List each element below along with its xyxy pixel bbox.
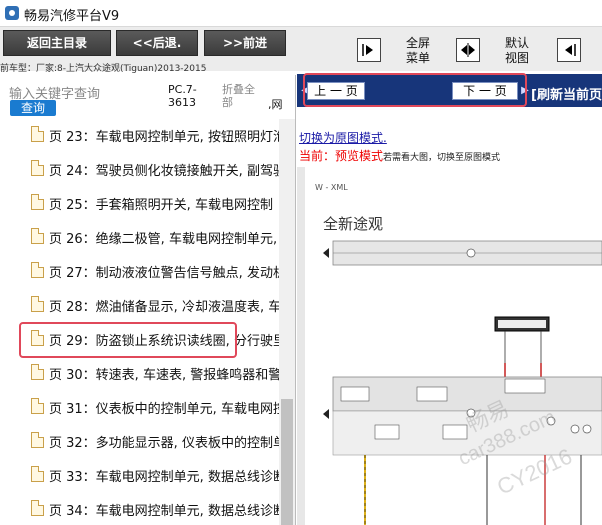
list-item[interactable]: 页 23：车载电网控制单元, 按钮照明灯泡 bbox=[0, 119, 279, 149]
list-item-label: 页 24：驾驶员侧化妆镜接触开关, 副驾驶 bbox=[49, 164, 279, 179]
list-scrollbar[interactable] bbox=[279, 119, 295, 525]
back-button[interactable]: <<后退. bbox=[116, 30, 198, 56]
list-item-label: 页 27：制动液液位警告信号触点, 发动机 bbox=[49, 266, 279, 281]
right-panel: ◀ 上 一 页 下 一 页 ▶ [刷新当前页 切换为原图模式. 当前：预览模式若… bbox=[297, 71, 602, 525]
document-icon bbox=[31, 296, 44, 312]
window-title: 畅易汽修平台V9 bbox=[24, 9, 120, 24]
prev-page-button[interactable]: 上 一 页 bbox=[307, 82, 365, 100]
page-list: 页 23：车载电网控制单元, 按钮照明灯泡页 24：驾驶员侧化妆镜接触开关, 副… bbox=[0, 119, 279, 525]
list-item-label: 页 31：仪表板中的控制单元, 车载电网控 bbox=[49, 402, 279, 417]
back-to-home-button[interactable]: 返回主目录 bbox=[3, 30, 111, 56]
document-icon bbox=[31, 330, 44, 346]
list-item-label: 页 25：手套箱照明开关, 车载电网控制 bbox=[49, 198, 273, 213]
document-icon bbox=[31, 398, 44, 414]
default-view-icon[interactable] bbox=[456, 38, 480, 62]
wiring-diagram-page: W - XML 全新途观 畅易 car388.com CY2016 bbox=[305, 167, 602, 525]
list-item-label: 页 34：车载电网控制单元, 数据总线诊断 bbox=[49, 504, 279, 519]
list-item[interactable]: 页 30：转速表, 车速表, 警报蜂鸣器和警 bbox=[0, 357, 279, 387]
document-icon bbox=[31, 432, 44, 448]
list-item[interactable]: 页 25：手套箱照明开关, 车载电网控制 bbox=[0, 187, 279, 217]
list-item[interactable]: 页 28：燃油储备显示, 冷却液温度表, 车 bbox=[0, 289, 279, 319]
document-icon bbox=[31, 466, 44, 482]
list-item[interactable]: 页 32：多功能显示器, 仪表板中的控制单 bbox=[0, 425, 279, 455]
app-icon bbox=[5, 6, 19, 20]
page-extra-text: ,网 bbox=[268, 98, 283, 111]
default-view-label[interactable]: 默认 视图 bbox=[497, 36, 537, 66]
current-mode-hint: 若需看大图，切换至原图模式 bbox=[383, 153, 501, 163]
page-code: PC.7- 3613 bbox=[168, 83, 197, 109]
list-item-label: 页 30：转速表, 车速表, 警报蜂鸣器和警 bbox=[49, 368, 279, 383]
current-mode-text: 当前：预览模式 bbox=[299, 149, 384, 163]
collapse-all-link[interactable]: 折叠全 部 bbox=[222, 83, 266, 109]
list-item[interactable]: 页 31：仪表板中的控制单元, 车载电网控 bbox=[0, 391, 279, 421]
refresh-current-page-link[interactable]: [刷新当前页 bbox=[531, 84, 602, 103]
switch-to-original-link[interactable]: 切换为原图模式. bbox=[299, 129, 387, 146]
list-item-label: 页 23：车载电网控制单元, 按钮照明灯泡 bbox=[49, 130, 279, 145]
search-button[interactable]: 查询 bbox=[10, 100, 56, 116]
list-item-label: 页 33：车载电网控制单元, 数据总线诊断 bbox=[49, 470, 279, 485]
list-item[interactable]: 页 27：制动液液位警告信号触点, 发动机 bbox=[0, 255, 279, 285]
list-item[interactable]: 页 24：驾驶员侧化妆镜接触开关, 副驾驶 bbox=[0, 153, 279, 183]
document-icon bbox=[31, 364, 44, 380]
list-item-label: 页 32：多功能显示器, 仪表板中的控制单 bbox=[49, 436, 279, 451]
fullscreen-icon[interactable] bbox=[357, 38, 381, 62]
current-mode-line: 当前：预览模式若需看大图，切换至原图模式 bbox=[299, 147, 500, 164]
scroll-thumb[interactable] bbox=[281, 399, 293, 525]
document-icon bbox=[31, 126, 44, 142]
vehicle-model-path: 前车型：厂家:8-上汽大众途观(Tiguan)2013-2015 bbox=[0, 64, 207, 74]
document-icon bbox=[31, 194, 44, 210]
list-item-label: 页 26：绝缘二极管, 车载电网控制单元, bbox=[49, 232, 278, 247]
fullscreen-menu-label[interactable]: 全屏 菜单 bbox=[398, 36, 438, 66]
list-item-label: 页 29：防盗锁止系统识读线圈, 分行驶里 bbox=[49, 334, 279, 349]
list-item-label: 页 28：燃油储备显示, 冷却液温度表, 车 bbox=[49, 300, 279, 315]
document-icon bbox=[31, 262, 44, 278]
diagram-viewport[interactable]: W - XML 全新途观 畅易 car388.com CY2016 bbox=[297, 167, 602, 525]
list-item[interactable]: 页 33：车载电网控制单元, 数据总线诊断 bbox=[0, 459, 279, 489]
next-arrow-icon: ▶ bbox=[521, 85, 529, 96]
document-icon bbox=[31, 500, 44, 516]
document-icon bbox=[31, 160, 44, 176]
pager-bar: ◀ 上 一 页 下 一 页 ▶ [刷新当前页 bbox=[297, 74, 602, 107]
list-item[interactable]: 页 26：绝缘二极管, 车载电网控制单元, bbox=[0, 221, 279, 251]
next-page-button[interactable]: 下 一 页 bbox=[452, 82, 518, 100]
title-bar: 畅易汽修平台V9 bbox=[0, 0, 602, 27]
list-item[interactable]: 页 34：车载电网控制单元, 数据总线诊断 bbox=[0, 493, 279, 523]
split-view-icon[interactable] bbox=[557, 38, 581, 62]
document-icon bbox=[31, 228, 44, 244]
list-item[interactable]: 页 29：防盗锁止系统识读线圈, 分行驶里 bbox=[0, 323, 279, 353]
left-panel: 输入关键字查询 查询 PC.7- 3613 折叠全 部 ,网 页 23：车载电网… bbox=[0, 75, 296, 525]
forward-button[interactable]: >>前进 bbox=[204, 30, 286, 56]
